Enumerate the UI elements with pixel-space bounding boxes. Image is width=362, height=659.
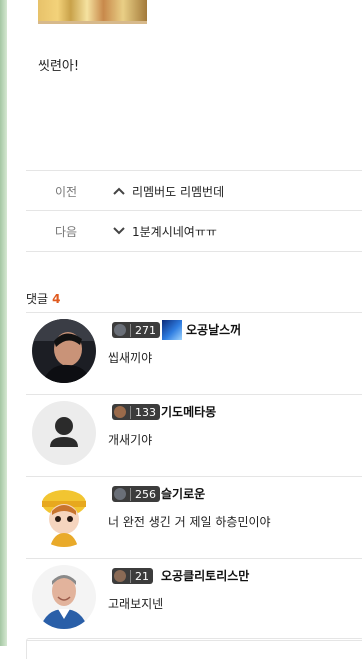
comment-nickname[interactable]: 오공클리토리스만: [161, 567, 249, 584]
comment-list: 271 오공날스꺼 씹새끼야 133 기도메타몽 개새기야 256 슬기로운 너…: [26, 312, 362, 641]
comment-item: 21 오공클리토리스만 고래보지넨: [26, 559, 362, 641]
next-post-title[interactable]: 1분계시네여ㅠㅠ: [132, 223, 217, 240]
user-silhouette-icon[interactable]: [32, 401, 96, 465]
comment-item: 256 슬기로운 너 완전 생긴 거 제일 하층민이야: [26, 477, 362, 559]
prev-label: 이전: [54, 184, 78, 199]
comments-label: 댓글: [26, 292, 49, 306]
level-badge: 271: [112, 322, 160, 338]
rank-icon: [114, 324, 126, 336]
comments-header: 댓글 4: [26, 290, 60, 307]
avatar[interactable]: [32, 319, 96, 383]
level-number: 256: [130, 487, 156, 501]
comment-nickname[interactable]: 슬기로운: [161, 485, 205, 502]
left-edge-strip: [0, 0, 7, 646]
chevron-down-icon: [106, 227, 132, 235]
next-post-row[interactable]: 다음 1분계시네여ㅠㅠ: [26, 210, 362, 252]
prev-post-title[interactable]: 리멤버도 리멤번데: [132, 183, 224, 200]
chevron-up-icon: [106, 187, 132, 195]
level-number: 133: [130, 405, 156, 419]
next-label: 다음: [54, 224, 78, 239]
comment-text: 고래보지넨: [108, 597, 164, 611]
comment-nickname[interactable]: 기도메타몽: [161, 403, 216, 420]
rank-icon: [114, 406, 126, 418]
comment-input-box[interactable]: [26, 638, 362, 659]
comment-text: 씹새끼야: [108, 351, 153, 365]
comment-text: 너 완전 생긴 거 제일 하층민이야: [108, 515, 271, 529]
comment-item: 271 오공날스꺼 씹새끼야: [26, 313, 362, 395]
clan-emblem-icon: [162, 320, 182, 340]
comments-count: 4: [52, 292, 61, 306]
level-number: 271: [130, 323, 156, 337]
comment-text: 개새기야: [108, 433, 153, 447]
level-badge: 256: [112, 486, 160, 502]
prev-post-row[interactable]: 이전 리멤버도 리멤번데: [26, 170, 362, 211]
rank-icon: [114, 488, 126, 500]
level-badge: 133: [112, 404, 160, 420]
level-number: 21: [130, 569, 149, 583]
avatar[interactable]: [32, 483, 96, 547]
comment-item: 133 기도메타몽 개새기야: [26, 395, 362, 477]
comment-nickname[interactable]: 오공날스꺼: [186, 321, 241, 338]
post-body-text: 씻련아!: [38, 59, 80, 74]
avatar[interactable]: [32, 565, 96, 629]
level-badge: 21: [112, 568, 153, 584]
rank-icon: [114, 570, 126, 582]
post-image[interactable]: [38, 0, 147, 24]
